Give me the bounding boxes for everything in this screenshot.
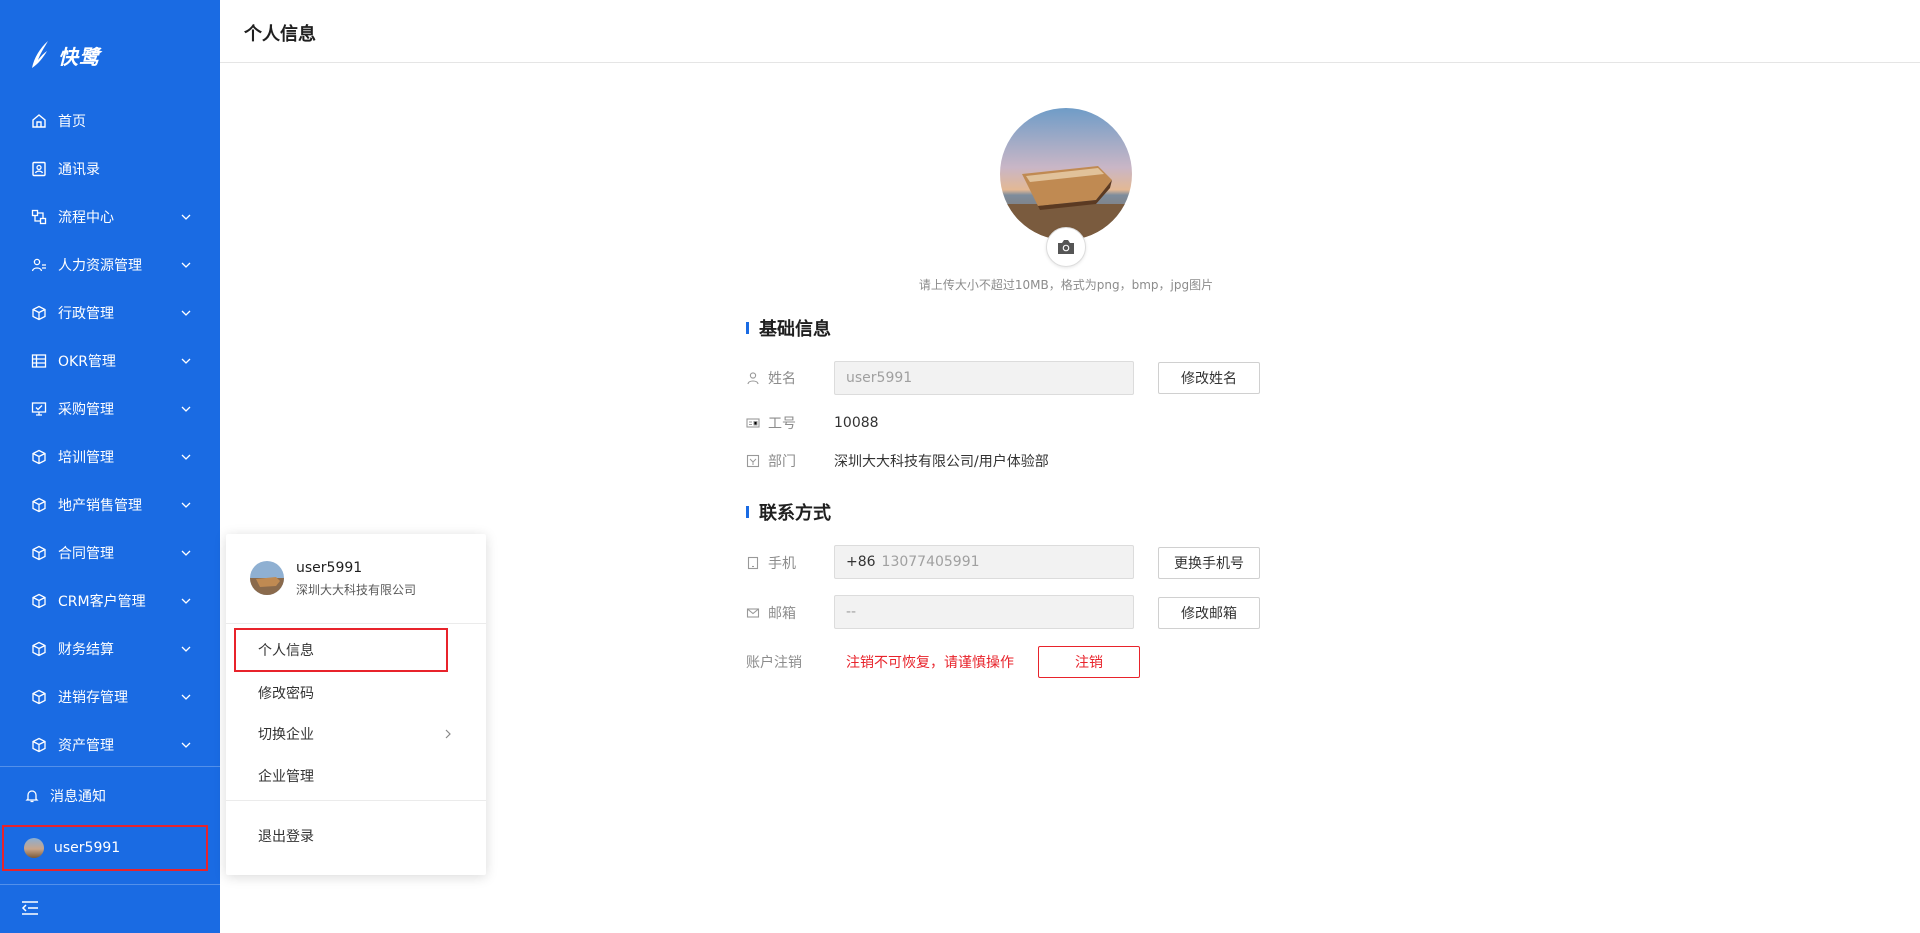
chevron-down-icon (181, 598, 191, 604)
upload-hint: 请上传大小不超过10MB，格式为png，bmp，jpg图片 (918, 278, 1214, 292)
page-title: 个人信息 (244, 24, 316, 45)
section-title-basic: 基础信息 (746, 316, 831, 340)
phone-prefix: +86 (846, 554, 876, 570)
change-phone-button[interactable]: 更换手机号 (1158, 547, 1260, 579)
chevron-down-icon (181, 310, 191, 316)
name-field: user5991 (834, 361, 1134, 395)
sidebar: 快鹭 首页 通讯录 流程中心 人力资源管理 行政管理 OKR管理 采购管理 培训… (0, 0, 220, 933)
sidebar-item-hr[interactable]: 人力资源管理 (0, 241, 220, 289)
people-icon (30, 256, 48, 274)
sidebar-item-assets[interactable]: 资产管理 (0, 721, 220, 769)
menu-item-change-password[interactable]: 修改密码 (258, 683, 314, 703)
menu-item-company-management[interactable]: 企业管理 (258, 766, 314, 786)
sidebar-item-workflow[interactable]: 流程中心 (0, 193, 220, 241)
sidebar-item-training[interactable]: 培训管理 (0, 433, 220, 481)
id-card-icon (746, 418, 760, 428)
sidebar-item-okr[interactable]: OKR管理 (0, 337, 220, 385)
collapse-menu-icon[interactable] (20, 898, 40, 918)
sidebar-user-menu-trigger[interactable]: user5991 (2, 825, 208, 871)
email-field: -- (834, 595, 1134, 629)
sidebar-item-home[interactable]: 首页 (0, 97, 220, 145)
employee-id-label: 工号 (746, 413, 796, 433)
change-email-button[interactable]: 修改邮箱 (1158, 597, 1260, 629)
cancel-account-button[interactable]: 注销 (1038, 646, 1140, 678)
brand-feather-icon (32, 41, 48, 68)
chevron-down-icon (181, 694, 191, 700)
sidebar-divider (0, 766, 220, 767)
cube-icon (30, 544, 48, 562)
cube-icon (30, 688, 48, 706)
name-label: 姓名 (746, 368, 796, 388)
menu-divider (226, 800, 486, 801)
menu-item-logout[interactable]: 退出登录 (258, 826, 314, 846)
chevron-down-icon (181, 406, 191, 412)
phone-label: 手机 (746, 553, 796, 573)
menu-company: 深圳大大科技有限公司 (296, 583, 417, 597)
chevron-down-icon (181, 550, 191, 556)
contacts-icon (30, 160, 48, 178)
phone-number: 13077405991 (881, 554, 980, 570)
account-cancel-label: 账户注销 (746, 655, 802, 671)
phone-field: +86 13077405991 (834, 545, 1134, 579)
chevron-down-icon (181, 454, 191, 460)
cancel-warning: 注销不可恢复，请谨慎操作 (846, 655, 1014, 671)
sidebar-nav: 首页 通讯录 流程中心 人力资源管理 行政管理 OKR管理 采购管理 培训管理 … (0, 97, 220, 769)
monitor-icon (30, 400, 48, 418)
chevron-right-icon (445, 729, 451, 739)
department-icon (746, 454, 760, 468)
chevron-down-icon (181, 262, 191, 268)
chevron-down-icon (181, 646, 191, 652)
camera-icon (1058, 240, 1074, 254)
brand-name: 快鹭 (58, 44, 100, 69)
email-label: 邮箱 (746, 603, 796, 623)
employee-id-value: 10088 (834, 415, 879, 431)
sidebar-username: user5991 (54, 840, 121, 856)
menu-item-profile[interactable]: 个人信息 (258, 640, 314, 660)
page-header: 个人信息 (220, 0, 1920, 63)
logo[interactable]: 快鹭 (28, 38, 100, 72)
sidebar-item-inventory[interactable]: 进销存管理 (0, 673, 220, 721)
workflow-icon (30, 208, 48, 226)
cube-icon (30, 496, 48, 514)
chevron-down-icon (181, 214, 191, 220)
rename-button[interactable]: 修改姓名 (1158, 362, 1260, 394)
user-icon (747, 372, 759, 385)
sidebar-item-contract[interactable]: 合同管理 (0, 529, 220, 577)
menu-username: user5991 (296, 560, 363, 576)
table-icon (30, 352, 48, 370)
menu-item-switch-company[interactable]: 切换企业 (258, 724, 314, 744)
cube-icon (30, 736, 48, 754)
cube-icon (30, 640, 48, 658)
sidebar-item-admin[interactable]: 行政管理 (0, 289, 220, 337)
mail-icon (746, 608, 760, 618)
chevron-down-icon (181, 502, 191, 508)
sidebar-divider (0, 884, 220, 885)
section-title-contact: 联系方式 (746, 500, 831, 524)
avatar (250, 561, 284, 595)
profile-avatar (1000, 108, 1132, 240)
sidebar-item-crm[interactable]: CRM客户管理 (0, 577, 220, 625)
sidebar-item-finance[interactable]: 财务结算 (0, 625, 220, 673)
sidebar-item-notifications[interactable]: 消息通知 (24, 784, 106, 808)
upload-avatar-button[interactable] (1046, 227, 1086, 267)
chevron-down-icon (181, 358, 191, 364)
menu-divider (226, 623, 486, 624)
sidebar-item-contacts[interactable]: 通讯录 (0, 145, 220, 193)
sidebar-item-realestate[interactable]: 地产销售管理 (0, 481, 220, 529)
cube-icon (30, 592, 48, 610)
phone-icon (747, 556, 759, 570)
bell-icon (25, 790, 39, 803)
home-icon (30, 112, 48, 130)
chevron-down-icon (181, 742, 191, 748)
department-label: 部门 (746, 451, 796, 471)
cube-icon (30, 448, 48, 466)
user-dropdown-menu: user5991 深圳大大科技有限公司 个人信息 修改密码 切换企业 企业管理 … (226, 534, 486, 875)
avatar (24, 838, 44, 858)
avatar-photo (250, 561, 284, 595)
department-value: 深圳大大科技有限公司/用户体验部 (834, 454, 1049, 470)
profile-photo (1000, 108, 1132, 240)
sidebar-item-purchase[interactable]: 采购管理 (0, 385, 220, 433)
cube-icon (30, 304, 48, 322)
